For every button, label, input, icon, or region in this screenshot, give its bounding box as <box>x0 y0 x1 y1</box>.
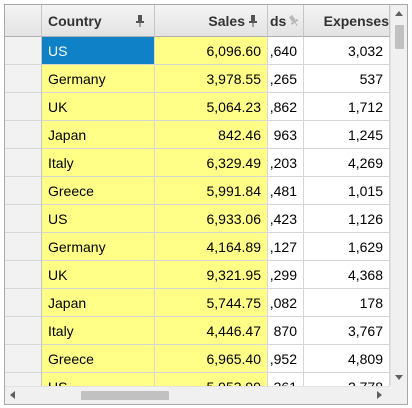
cell-country[interactable]: Germany <box>42 65 155 93</box>
horizontal-scrollbar[interactable] <box>5 386 390 404</box>
cell-expenses[interactable]: 1,629 <box>303 233 390 261</box>
cell-sales[interactable]: 6,933.06 <box>155 205 268 233</box>
cell-sales[interactable]: 5,744.75 <box>155 289 268 317</box>
cell-sales[interactable]: 6,329.49 <box>155 149 268 177</box>
header-expenses-label: Expenses <box>323 13 389 29</box>
cell-expenses[interactable]: 1,015 <box>303 177 390 205</box>
cell-sales[interactable]: 3,978.55 <box>155 65 268 93</box>
row-header-cell[interactable] <box>5 373 42 386</box>
header-downloads-label: ds <box>270 13 287 29</box>
cell-expenses[interactable]: 537 <box>303 65 390 93</box>
cell-country[interactable]: UK <box>42 93 155 121</box>
row-header-cell[interactable] <box>5 233 42 261</box>
row-header-cell[interactable] <box>5 345 42 373</box>
cell-country[interactable]: Italy <box>42 317 155 345</box>
cell-expenses[interactable]: 1,245 <box>303 121 390 149</box>
cell-country[interactable]: UK <box>42 261 155 289</box>
cell-downloads[interactable]: ,862 <box>267 93 304 121</box>
cell-expenses[interactable]: 4,809 <box>303 345 390 373</box>
cell-downloads[interactable]: ,265 <box>267 65 304 93</box>
cell-downloads[interactable]: ,127 <box>267 233 304 261</box>
cell-downloads[interactable]: ,203 <box>267 149 304 177</box>
cell-expenses[interactable]: 3,032 <box>303 37 390 65</box>
cell-downloads[interactable]: ,640 <box>267 37 304 65</box>
cell-sales[interactable]: 5,991.84 <box>155 177 268 205</box>
header-country-label: Country <box>48 13 102 29</box>
row-header-cell[interactable] <box>5 317 42 345</box>
cell-country[interactable]: US <box>42 37 155 65</box>
row-header-cell[interactable] <box>5 205 42 233</box>
cell-expenses[interactable]: 1,712 <box>303 93 390 121</box>
cell-downloads[interactable]: 870 <box>267 317 304 345</box>
column-sales: Sales 6,096.60 3,978.55 5,064.23 842.46 6,32… <box>155 5 268 386</box>
cell-downloads[interactable]: ,299 <box>267 261 304 289</box>
pushpin-icon[interactable] <box>249 14 257 28</box>
cell-downloads[interactable]: ,423 <box>267 205 304 233</box>
scroll-right-arrow-icon[interactable] <box>377 391 382 399</box>
cell-expenses[interactable]: 3,767 <box>303 317 390 345</box>
cell-sales[interactable]: 5,953.99 <box>155 373 268 386</box>
header-downloads[interactable]: ds <box>267 5 304 37</box>
column-country: Country US Germany UK Japan Italy Greece US Ger… <box>42 5 155 386</box>
scroll-left-arrow-icon[interactable] <box>10 391 15 399</box>
vertical-scroll-thumb[interactable] <box>395 25 404 49</box>
cell-expenses[interactable]: 2,778 <box>303 373 390 386</box>
cell-country[interactable]: US <box>42 373 155 386</box>
cell-sales[interactable]: 842.46 <box>155 121 268 149</box>
row-header-cell[interactable] <box>5 149 42 177</box>
cell-country[interactable]: Japan <box>42 121 155 149</box>
row-header-cell[interactable] <box>5 121 42 149</box>
cell-sales[interactable]: 4,164.89 <box>155 233 268 261</box>
vertical-scrollbar[interactable] <box>390 5 407 386</box>
row-header-column <box>5 5 42 386</box>
row-header-cell[interactable] <box>5 65 42 93</box>
cell-downloads[interactable]: ,082 <box>267 289 304 317</box>
cell-expenses[interactable]: 1,126 <box>303 205 390 233</box>
column-downloads: ds ,640,265,862 963,203,481,423,127,299,0… <box>267 5 304 386</box>
cell-downloads[interactable]: 963 <box>267 121 304 149</box>
row-header-cell[interactable] <box>5 37 42 65</box>
row-header-cell[interactable] <box>5 93 42 121</box>
horizontal-scroll-thumb[interactable] <box>81 391 169 400</box>
grid-viewport: Expenses 3,032 537 1,712 1,245 4,269 1,015 1,1… <box>5 5 390 386</box>
cell-sales[interactable]: 9,321.95 <box>155 261 268 289</box>
cell-expenses[interactable]: 4,368 <box>303 261 390 289</box>
scroll-up-arrow-icon[interactable] <box>395 11 403 16</box>
cell-expenses[interactable]: 4,269 <box>303 149 390 177</box>
cell-sales[interactable]: 4,446.47 <box>155 317 268 345</box>
cell-expenses[interactable]: 178 <box>303 289 390 317</box>
row-header-cell[interactable] <box>5 289 42 317</box>
cell-sales[interactable]: 6,096.60 <box>155 37 268 65</box>
pushpin-outline-icon[interactable] <box>289 14 299 28</box>
pushpin-icon[interactable] <box>136 14 144 28</box>
cell-downloads[interactable]: ,361 <box>267 373 304 386</box>
cell-country[interactable]: Japan <box>42 289 155 317</box>
header-expenses[interactable]: Expenses <box>303 5 390 37</box>
scroll-down-arrow-icon[interactable] <box>395 375 403 380</box>
scrollbar-corner <box>390 386 407 404</box>
cell-downloads[interactable]: ,481 <box>267 177 304 205</box>
cell-country[interactable]: Italy <box>42 149 155 177</box>
cell-country[interactable]: Germany <box>42 233 155 261</box>
cell-sales[interactable]: 6,965.40 <box>155 345 268 373</box>
cell-country[interactable]: Greece <box>42 177 155 205</box>
column-expenses: Expenses 3,032 537 1,712 1,245 4,269 1,015 1,1… <box>303 5 390 386</box>
corner-header[interactable] <box>5 5 42 37</box>
data-grid[interactable]: Expenses 3,032 537 1,712 1,245 4,269 1,015 1,1… <box>4 4 408 405</box>
row-header-cell[interactable] <box>5 261 42 289</box>
cell-sales[interactable]: 5,064.23 <box>155 93 268 121</box>
cell-country[interactable]: Greece <box>42 345 155 373</box>
header-country[interactable]: Country <box>42 5 155 37</box>
header-sales-label: Sales <box>208 13 245 29</box>
header-sales[interactable]: Sales <box>155 5 268 37</box>
row-header-cell[interactable] <box>5 177 42 205</box>
cell-country[interactable]: US <box>42 205 155 233</box>
cell-downloads[interactable]: ,952 <box>267 345 304 373</box>
